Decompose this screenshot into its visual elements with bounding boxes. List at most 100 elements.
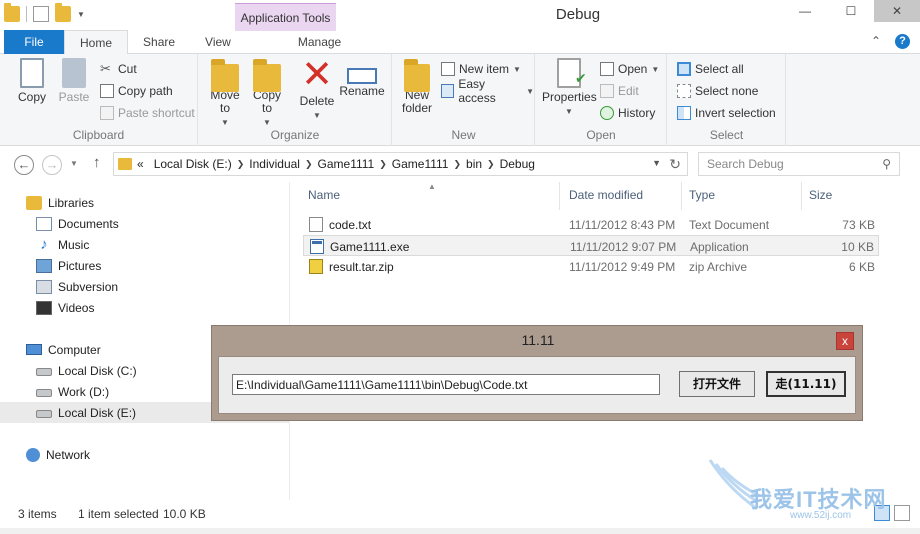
invert-selection-button[interactable]: Invert selection [677, 103, 776, 123]
ribbon-tabs: File Home Share View Manage [0, 30, 920, 55]
breadcrumb-item[interactable]: Game1111 [313, 157, 380, 171]
copy-to-label: Copy to [252, 88, 281, 115]
properties-button[interactable]: ✔ Properties ▼ [542, 58, 597, 118]
breadcrumb-item[interactable]: Debug [495, 157, 540, 171]
rename-label: Rename [339, 84, 385, 98]
file-name: code.txt [329, 218, 372, 232]
nav-item-pictures[interactable]: Pictures [0, 255, 289, 276]
nav-item-documents[interactable]: Documents [0, 213, 289, 234]
file-size: 6 KB [848, 260, 875, 274]
close-button[interactable]: ✕ [874, 0, 920, 22]
status-selection: 1 item selected [78, 507, 159, 521]
network-icon [26, 447, 40, 462]
nav-item-network[interactable]: Network [0, 444, 289, 465]
paste-button[interactable]: Paste [56, 58, 92, 104]
breadcrumb-item[interactable]: Individual [244, 157, 305, 171]
tab-share[interactable]: Share [128, 30, 190, 54]
easy-access-button[interactable]: Easy access ▼ [441, 77, 534, 105]
tab-view[interactable]: View [190, 30, 246, 54]
cut-button[interactable]: ✂ Cut [100, 59, 137, 79]
chevron-down-icon[interactable]: ▼ [652, 158, 661, 168]
nav-item-subversion[interactable]: Subversion [0, 276, 289, 297]
refresh-icon[interactable]: ↻ [669, 156, 681, 173]
nav-item-label: Network [46, 447, 91, 462]
paste-shortcut-button[interactable]: Paste shortcut [100, 103, 195, 123]
computer-icon [26, 344, 42, 355]
history-button[interactable]: History [600, 103, 655, 123]
delete-icon: ✕ [301, 54, 333, 96]
edit-button[interactable]: Edit [600, 81, 639, 101]
recent-locations-icon[interactable]: ▼ [70, 159, 78, 168]
breadcrumb-item[interactable]: Local Disk (E:) [149, 157, 237, 171]
search-input[interactable]: Search Debug [707, 157, 784, 171]
tab-manage[interactable]: Manage [283, 30, 356, 54]
chevron-right-icon[interactable]: ❯ [453, 159, 461, 170]
open-label: Open [618, 62, 648, 76]
clipboard-group: Copy Paste ✂ Cut Copy path Paste shortcu… [0, 54, 198, 146]
column-divider[interactable] [559, 182, 560, 210]
nav-item-music[interactable]: ♪ Music [0, 234, 289, 255]
address-bar[interactable]: « Local Disk (E:) ❯ Individual ❯ Game111… [113, 152, 688, 176]
file-row[interactable]: code.txt 11/11/2012 8:43 PM Text Documen… [303, 214, 879, 235]
search-icon[interactable]: ⚲ [882, 157, 891, 171]
nav-item-label: Libraries [48, 195, 95, 210]
file-type: Application [690, 240, 749, 254]
column-header-date[interactable]: Date modified [569, 188, 643, 202]
tab-file[interactable]: File [4, 30, 64, 54]
open-group-label: Open [586, 128, 616, 142]
tab-home[interactable]: Home [64, 30, 129, 55]
nav-item-videos[interactable]: Videos [0, 297, 289, 318]
collapse-ribbon-icon[interactable]: ⌃ [871, 34, 881, 49]
file-name: result.tar.zip [329, 260, 394, 274]
file-row[interactable]: Game1111.exe 11/11/2012 9:07 PM Applicat… [303, 235, 879, 256]
back-button[interactable]: ← [14, 155, 34, 175]
minimize-button[interactable]: — [782, 0, 828, 22]
application-icon [310, 239, 324, 254]
move-to-button[interactable]: Move to ▼ [207, 58, 243, 129]
select-none-button[interactable]: Select none [677, 81, 758, 101]
documents-icon [36, 216, 52, 231]
delete-button[interactable]: ✕ Delete ▼ [297, 54, 337, 122]
copy-path-button[interactable]: Copy path [100, 81, 173, 101]
maximize-button[interactable]: ☐ [828, 0, 874, 22]
select-all-button[interactable]: Select all [677, 59, 744, 79]
breadcrumb-item[interactable]: Game1111 [387, 157, 454, 171]
file-row[interactable]: result.tar.zip 11/11/2012 9:49 PM zip Ar… [303, 256, 879, 277]
new-item-button[interactable]: New item ▼ [441, 59, 521, 79]
chevron-right-icon[interactable]: ❯ [305, 159, 313, 170]
column-headers: ▲ Name Date modified Type Size [291, 182, 920, 210]
rename-button[interactable]: Rename [339, 58, 385, 98]
zip-archive-icon [309, 259, 323, 274]
nav-item-label: Music [58, 237, 90, 252]
chevron-right-icon[interactable]: ❯ [237, 159, 245, 170]
watermark: 我爱IT技术网 www.52ij.com [708, 458, 913, 524]
chevron-right-icon[interactable]: ❯ [379, 159, 387, 170]
check-icon: ✔ [575, 70, 587, 86]
up-arrow-icon[interactable]: ↑ [93, 154, 101, 171]
column-header-name[interactable]: Name [308, 188, 340, 202]
new-folder-button[interactable]: New folder [397, 58, 437, 115]
open-button[interactable]: Open ▼ [600, 59, 659, 79]
column-header-type[interactable]: Type [689, 188, 715, 202]
help-icon[interactable]: ? [895, 34, 910, 49]
open-file-button[interactable]: 打开文件 [679, 371, 755, 397]
forward-button[interactable]: → [42, 155, 62, 175]
column-divider[interactable] [801, 182, 802, 210]
copy-to-button[interactable]: Copy to ▼ [249, 58, 285, 129]
organize-group: Move to ▼ Copy to ▼ ✕ Delete ▼ Rename Or… [199, 54, 392, 146]
go-button[interactable]: 走(11.11) [766, 371, 846, 397]
folder-icon [118, 158, 132, 170]
breadcrumb-item[interactable]: bin [461, 157, 487, 171]
column-header-size[interactable]: Size [809, 188, 832, 202]
file-path-input[interactable] [232, 374, 660, 395]
search-box[interactable]: Search Debug ⚲ [698, 152, 900, 176]
copy-label: Copy [17, 90, 46, 104]
chevron-right-icon[interactable]: ❯ [487, 159, 495, 170]
breadcrumb-overflow[interactable]: « [132, 157, 149, 171]
copy-button[interactable]: Copy [12, 58, 52, 104]
select-group-label: Select [709, 128, 744, 142]
nav-item-libraries[interactable]: Libraries [0, 192, 289, 213]
dialog-close-button[interactable]: x [836, 332, 854, 350]
nav-item-label: Local Disk (C:) [58, 363, 137, 378]
column-divider[interactable] [681, 182, 682, 210]
